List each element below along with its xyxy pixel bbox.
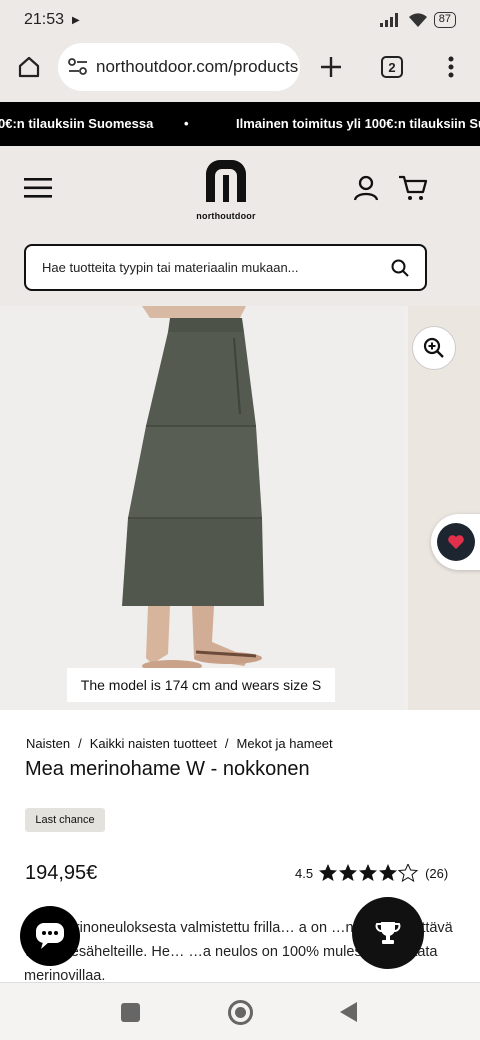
- recent-apps-button[interactable]: [121, 1003, 140, 1022]
- announcement-text: Ilmainen toimitus yli 100€:n tilauksiin …: [236, 116, 480, 131]
- rating-value: 4.5: [295, 865, 314, 881]
- home-icon[interactable]: [14, 52, 44, 82]
- cart-icon[interactable]: [398, 175, 428, 206]
- breadcrumb-link[interactable]: Mekot ja hameet: [237, 736, 333, 751]
- search-placeholder: Hae tuotteita tyypin tai materiaalin muk…: [42, 260, 299, 275]
- status-time: 21:53: [24, 11, 65, 28]
- announcement-text: 0€:n tilauksiin Suomessa: [0, 116, 154, 131]
- hamburger-menu-icon[interactable]: [24, 178, 52, 203]
- site-logo[interactable]: northoutdoor: [196, 160, 256, 221]
- site-header: northoutdoor Hae tuotteita tyypin tai ma…: [0, 146, 480, 306]
- product-gallery[interactable]: The model is 174 cm and wears size S: [0, 306, 480, 710]
- chat-button[interactable]: [20, 906, 80, 966]
- tab-switcher-button[interactable]: 2: [377, 52, 407, 82]
- logo-mark-icon: [206, 160, 246, 202]
- breadcrumb-separator: /: [224, 736, 229, 751]
- product-rating[interactable]: 4.5 (26): [295, 864, 448, 882]
- media-play-icon: ▶: [72, 14, 80, 26]
- search-input[interactable]: Hae tuotteita tyypin tai materiaalin muk…: [24, 244, 427, 291]
- url-text: northoutdoor.com/products: [96, 57, 299, 76]
- logo-text: northoutdoor: [196, 211, 256, 221]
- browser-toolbar: northoutdoor.com/products 2: [0, 40, 480, 102]
- star-rating-icon: [319, 864, 419, 882]
- signal-icon: [379, 13, 398, 27]
- announcement-bar: 0€:n tilauksiin Suomessa • Ilmainen toim…: [0, 102, 480, 146]
- skirt-model-image: [0, 306, 404, 710]
- system-navigation-bar: [0, 982, 480, 1040]
- home-button[interactable]: [228, 1000, 253, 1025]
- zoom-button[interactable]: [412, 326, 456, 370]
- model-size-caption: The model is 174 cm and wears size S: [67, 668, 335, 702]
- more-menu-icon[interactable]: [436, 52, 466, 82]
- product-price: 194,95€: [25, 862, 98, 884]
- battery-icon: 87: [433, 12, 456, 28]
- status-badge: Last chance: [25, 808, 105, 832]
- product-image[interactable]: [0, 306, 404, 710]
- status-icons: 87: [379, 12, 456, 28]
- new-tab-icon[interactable]: [316, 52, 346, 82]
- announcement-separator: •: [184, 116, 189, 131]
- breadcrumb-link[interactable]: Naisten: [26, 736, 70, 751]
- rewards-button[interactable]: [352, 897, 424, 969]
- wishlist-tab[interactable]: [431, 514, 480, 570]
- product-title: Mea merinohame W - nokkonen: [25, 758, 310, 780]
- wishlist-button[interactable]: [437, 523, 475, 561]
- breadcrumb: Naisten / Kaikki naisten tuotteet / Meko…: [26, 736, 333, 751]
- address-bar[interactable]: northoutdoor.com/products: [58, 43, 300, 91]
- tab-count: 2: [381, 56, 403, 78]
- status-bar: 21:53 ▶ 87: [0, 0, 480, 40]
- site-settings-icon[interactable]: [68, 58, 88, 76]
- zoom-in-icon: [423, 337, 444, 358]
- search-icon[interactable]: [391, 259, 409, 277]
- heart-icon: [448, 535, 464, 549]
- wifi-icon: [408, 13, 427, 27]
- review-count: (26): [425, 865, 449, 881]
- breadcrumb-link[interactable]: Kaikki naisten tuotteet: [90, 736, 217, 751]
- chat-icon: [36, 923, 64, 949]
- trophy-icon: [375, 922, 401, 944]
- breadcrumb-separator: /: [78, 736, 82, 751]
- account-icon[interactable]: [353, 175, 379, 206]
- back-button[interactable]: [340, 1002, 357, 1022]
